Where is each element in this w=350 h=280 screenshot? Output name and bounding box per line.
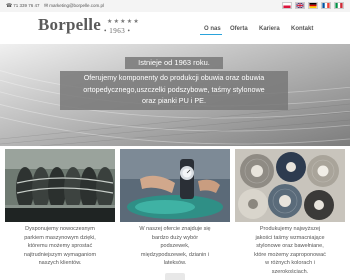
nav-item-kariera[interactable]: Kariera xyxy=(259,26,280,32)
flag-pl-icon[interactable] xyxy=(282,2,292,9)
caption-line: podszewek, xyxy=(160,243,190,249)
email-address: marketing@borpelle.com.pl xyxy=(49,3,105,8)
caption-line: któremu możemy sprostać xyxy=(27,243,93,249)
machine-park-photo xyxy=(5,149,115,222)
flag-en-icon[interactable] xyxy=(295,2,305,9)
machine-park-caption: Dysponujemy nowoczesnym parkiem maszynow… xyxy=(5,225,115,268)
phone-contact[interactable]: ☎71 339 76 47 xyxy=(6,2,40,10)
insole-inspection-photo xyxy=(120,149,230,222)
flag-fr-icon[interactable] xyxy=(321,2,331,9)
footer-tab xyxy=(165,273,185,280)
caption-line: międzypodszewek, dzianin i xyxy=(140,251,210,258)
caption-line: Dysponujemy nowoczesnym xyxy=(25,226,95,232)
flag-it-icon[interactable] xyxy=(334,2,344,9)
caption-line: W naszej ofercie znajduje się xyxy=(139,226,211,232)
top-bar: ☎71 339 76 47 ✉marketing@borpelle.com.pl xyxy=(0,0,350,12)
caption-line: w różnych kolorach i xyxy=(265,260,315,266)
tape-rolls-photo xyxy=(235,149,345,222)
nav-item-kontakt[interactable]: Kontakt xyxy=(291,26,313,32)
logo-year: • 1963 • xyxy=(104,27,131,35)
caption-line: szerokościach. xyxy=(271,268,309,275)
hero-banner: Istnieje od 1963 roku. Oferujemy kompone… xyxy=(0,44,350,146)
tape-rolls-caption: Produkujemy najwyższej jakości taśmy wzm… xyxy=(235,225,345,276)
email-contact[interactable]: ✉marketing@borpelle.com.pl xyxy=(44,2,104,10)
phone-icon: ☎ xyxy=(6,3,13,9)
hero-line: ortopedycznego,uszczelki podszybowe, taś… xyxy=(83,84,265,94)
language-switcher xyxy=(282,2,344,9)
nav-active-indicator xyxy=(200,34,222,36)
insole-inspection-caption: W naszej ofercie znajduje się bardzo duż… xyxy=(120,225,230,268)
caption-line: parkiem maszynowym dzięki, xyxy=(24,234,96,241)
envelope-icon: ✉ xyxy=(44,3,49,9)
caption-line: lateksów. xyxy=(163,260,187,266)
flag-de-icon[interactable] xyxy=(308,2,318,9)
caption-line: naszych klientów. xyxy=(38,260,82,266)
hero-line: Oferujemy komponenty do produkcji obuwia… xyxy=(83,73,265,82)
phone-number: 71 339 76 47 xyxy=(13,3,40,8)
caption-line: stylonowe oraz bawełniane, xyxy=(256,243,324,249)
caption-line: które możemy zaproponować xyxy=(254,251,326,258)
nav-item-oferta[interactable]: Oferta xyxy=(230,26,248,32)
hero-line: oraz pianki PU i PE. xyxy=(142,96,206,105)
caption-line: bardzo duży wybór xyxy=(151,234,199,241)
logo-stars: ★★★★★ xyxy=(107,19,140,25)
caption-line: najtrudniejszym wymaganiom xyxy=(23,251,97,258)
logo-wordmark: Borpelle xyxy=(38,15,101,34)
hero-title: Istnieje od 1963 roku. xyxy=(138,58,210,67)
caption-line: Produkujemy najwyższej xyxy=(259,226,321,232)
hero-description: Oferujemy komponenty do produkcji obuwia… xyxy=(60,72,288,107)
nav-item-o-nas[interactable]: O nas xyxy=(204,26,221,32)
caption-line: jakości taśmy wzmacniające xyxy=(255,234,325,241)
